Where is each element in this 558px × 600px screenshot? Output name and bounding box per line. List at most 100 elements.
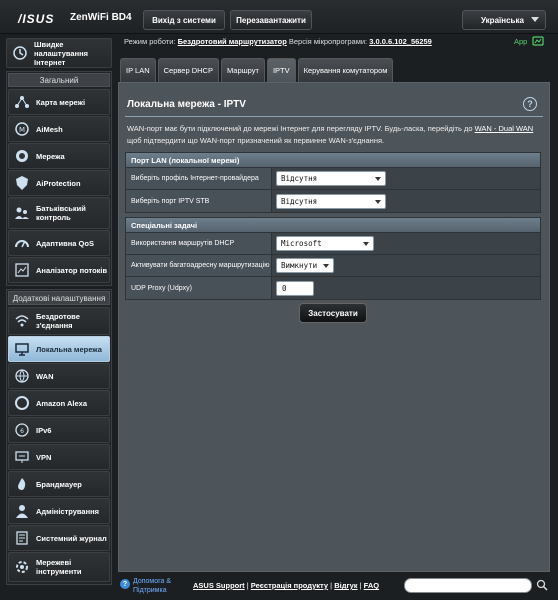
- section-header: Спеціальні задачі: [126, 218, 540, 233]
- model-name: ZenWiFi BD4: [70, 12, 132, 23]
- sidebar-item-lan[interactable]: Локальна мережа: [8, 336, 110, 362]
- faq-link[interactable]: FAQ: [364, 581, 379, 590]
- sidebar-item-ipv6[interactable]: 6 IPv6: [8, 417, 110, 443]
- divider: [125, 116, 543, 117]
- administration-icon: [13, 502, 31, 520]
- sidebar-item-label: IPv6: [36, 425, 52, 435]
- alexa-icon: [13, 394, 31, 412]
- help-support-icon[interactable]: ?: [120, 579, 130, 589]
- chevron-down-icon: [323, 264, 329, 268]
- sidebar: Швидке налаштування Інтернет Загальний К…: [6, 38, 112, 588]
- help-icon[interactable]: ?: [523, 97, 537, 111]
- sidebar-item-wireless[interactable]: Бездротове з'єднання: [8, 307, 110, 335]
- sidebar-item-aimesh[interactable]: M AiMesh: [8, 116, 110, 142]
- sidebar-item-guest-network[interactable]: Мережа: [8, 143, 110, 169]
- qos-icon: [13, 234, 31, 252]
- sidebar-item-label: Батьківський контроль: [36, 204, 86, 222]
- section-header: Порт LAN (локальної мережі): [126, 153, 540, 168]
- wan-dual-wan-link[interactable]: WAN - Dual WAN: [475, 124, 534, 133]
- tab-bar: IP LAN Сервер DHCP Маршрут IPTV Керуванн…: [120, 58, 395, 82]
- sidebar-item-label: Адміністрування: [36, 506, 100, 516]
- sidebar-item-label: Брандмауер: [36, 479, 82, 489]
- sidebar-item-aiprotection[interactable]: AiProtection: [8, 170, 110, 196]
- sidebar-item-network-map[interactable]: Карта мережі: [8, 89, 110, 115]
- tab-switch-control[interactable]: Керування комутатором: [297, 58, 394, 82]
- aimesh-icon: M: [13, 120, 31, 138]
- sidebar-item-administration[interactable]: Адміністрування: [8, 498, 110, 524]
- app-qr-icon[interactable]: [532, 35, 544, 47]
- network-map-icon: [13, 93, 31, 111]
- advanced-heading: Додаткові налаштування: [8, 291, 110, 305]
- sidebar-item-adaptive-qos[interactable]: Адаптивна QoS: [8, 230, 110, 256]
- lan-icon: [13, 340, 31, 358]
- lan-port-section: Порт LAN (локальної мережі) Виберіть про…: [125, 152, 541, 213]
- sidebar-item-label: AiMesh: [36, 124, 63, 134]
- status-line: Режим роботи: Бездротовий маршрутизатор …: [124, 37, 432, 46]
- udp-proxy-input[interactable]: 0: [276, 280, 314, 296]
- isp-profile-label: Виберіть профіль Інтернет-провайдера: [126, 168, 272, 189]
- product-registration-link[interactable]: Реєстрація продукту: [251, 581, 328, 590]
- wireless-icon: [13, 312, 31, 330]
- apply-button[interactable]: Застосувати: [299, 303, 367, 323]
- tab-ip-lan[interactable]: IP LAN: [120, 58, 156, 82]
- asus-support-link[interactable]: ASUS Support: [193, 581, 245, 590]
- dhcp-routes-select[interactable]: Microsoft: [276, 236, 374, 251]
- description-text: WAN-порт має бути підключений до мережі …: [127, 124, 475, 133]
- iptv-stb-port-select[interactable]: Відсутня: [276, 193, 386, 209]
- traffic-analyzer-icon: [13, 261, 31, 279]
- firewall-icon: [13, 475, 31, 493]
- iptv-stb-port-label: Виберіть порт IPTV STB: [126, 190, 272, 212]
- operation-mode-link[interactable]: Бездротовий маршрутизатор: [178, 37, 287, 46]
- general-group: Загальний Карта мережі M AiMesh Мережа A…: [6, 71, 112, 286]
- svg-text:M: M: [19, 126, 25, 134]
- search-icon[interactable]: [536, 579, 548, 591]
- feedback-link[interactable]: Відгук: [334, 581, 357, 590]
- guest-network-icon: [13, 147, 31, 165]
- language-select[interactable]: Українська: [462, 10, 546, 30]
- multicast-routing-label: Активувати багатоадресну маршрутизацію: [126, 255, 272, 276]
- multicast-routing-select[interactable]: Вимкнути: [276, 258, 334, 273]
- sidebar-item-label: WAN: [36, 371, 54, 381]
- app-link[interactable]: App: [514, 37, 527, 46]
- sidebar-item-label: AiProtection: [36, 178, 81, 188]
- isp-profile-select[interactable]: Відсутня: [276, 171, 386, 186]
- help-support-link[interactable]: Допомога & Підтримка: [133, 577, 183, 595]
- sidebar-item-quick-setup[interactable]: Швидке налаштування Інтернет: [6, 38, 112, 68]
- sidebar-item-system-log[interactable]: Системний журнал: [8, 525, 110, 551]
- sidebar-item-label: Карта мережі: [36, 97, 86, 107]
- sidebar-item-traffic-analyzer[interactable]: Аналізатор потоків: [8, 257, 110, 283]
- sidebar-item-label: Мережа: [36, 151, 65, 161]
- tab-dhcp-server[interactable]: Сервер DHCP: [157, 58, 219, 82]
- table-row: UDP Proxy (Udpxy) 0: [126, 277, 540, 299]
- sidebar-item-firewall[interactable]: Брандмауер: [8, 471, 110, 497]
- footer-search-input[interactable]: [404, 578, 532, 593]
- table-row: Виберіть профіль Інтернет-провайдера Від…: [126, 168, 540, 190]
- sidebar-item-parental-control[interactable]: Батьківський контроль: [8, 197, 110, 229]
- sidebar-item-vpn[interactable]: VPN: [8, 444, 110, 470]
- tab-iptv[interactable]: IPTV: [266, 58, 296, 82]
- chevron-down-icon: [531, 17, 539, 22]
- page-description: WAN-порт має бути підключений до мережі …: [127, 123, 543, 147]
- ipv6-icon: 6: [13, 421, 31, 439]
- svg-text:6: 6: [20, 428, 24, 435]
- firmware-version-link[interactable]: 3.0.0.6.102_56259: [369, 37, 432, 46]
- reboot-button[interactable]: Перезавантажити: [230, 10, 312, 30]
- table-row: Активувати багатоадресну маршрутизацію В…: [126, 255, 540, 277]
- logout-button[interactable]: Вихід з системи: [143, 10, 225, 30]
- table-row: Виберіть порт IPTV STB Відсутня: [126, 190, 540, 212]
- footer-links: ASUS Support | Реєстрація продукту | Від…: [193, 581, 380, 590]
- table-row: Використання маршрутів DHCP Microsoft: [126, 233, 540, 255]
- page-title: Локальна мережа - IPTV: [127, 99, 246, 110]
- mode-label: Режим роботи:: [124, 37, 176, 46]
- tab-route[interactable]: Маршрут: [220, 58, 265, 82]
- quick-setup-icon: [11, 44, 29, 62]
- asus-logo[interactable]: /ISUS: [18, 12, 54, 26]
- chevron-down-icon: [375, 177, 381, 181]
- udp-proxy-label: UDP Proxy (Udpxy): [126, 277, 272, 299]
- sidebar-item-label: Швидке налаштування Інтернет: [34, 39, 89, 67]
- main-panel: Локальна мережа - IPTV ? WAN-порт має бу…: [118, 82, 550, 572]
- sidebar-item-amazon-alexa[interactable]: Amazon Alexa: [8, 390, 110, 416]
- chevron-down-icon: [375, 199, 381, 204]
- sidebar-item-wan[interactable]: WAN: [8, 363, 110, 389]
- vpn-icon: [13, 448, 31, 466]
